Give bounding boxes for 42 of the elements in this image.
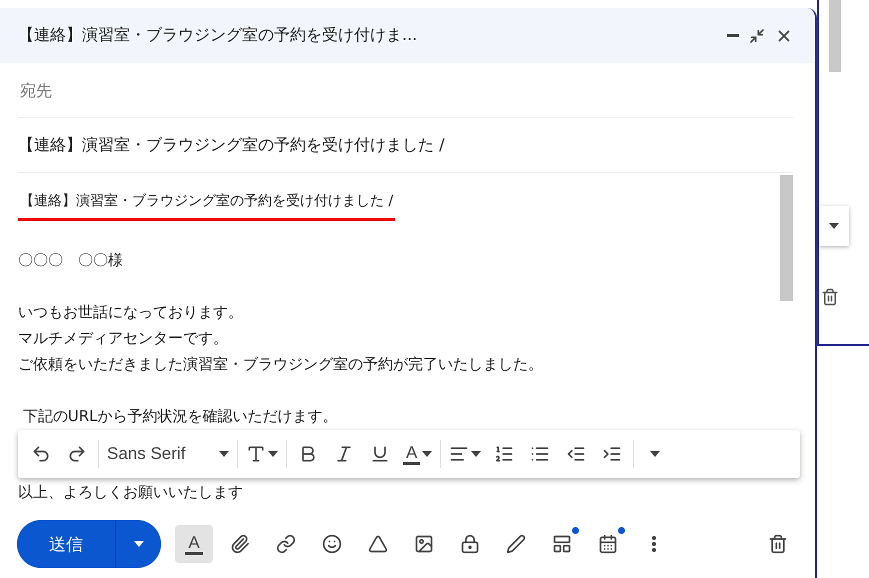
- caret-icon: [134, 541, 144, 547]
- redo-icon: [67, 444, 87, 464]
- font-dropdown[interactable]: Sans Serif: [103, 436, 233, 472]
- layout-icon: [552, 534, 572, 554]
- exit-fullscreen-icon: [749, 28, 765, 44]
- trash-icon: [768, 534, 788, 554]
- scrollbar: [829, 0, 841, 72]
- more-icon: [650, 451, 660, 457]
- caret-icon: [829, 223, 839, 229]
- more-icon: [652, 536, 656, 552]
- minimize-icon: [727, 34, 739, 38]
- minimize-button[interactable]: [725, 32, 741, 40]
- trash-icon: [821, 288, 839, 306]
- lock-icon: [460, 534, 480, 554]
- subject-field[interactable]: 【連絡】演習室・ブラウジング室の予約を受け付けました /: [18, 134, 444, 156]
- caret-icon: [471, 451, 482, 457]
- body-text: マルチメディアセンターです。: [18, 328, 228, 349]
- window-title: 【連絡】演習室・ブラウジング室の予約を受け付けま...: [18, 25, 418, 46]
- caret-icon: [219, 451, 229, 457]
- body-text: 〇〇〇 〇〇様: [18, 250, 123, 271]
- body-text: ご依頼をいただきました演習室・ブラウジング室の予約が完了いたしました。: [18, 354, 543, 375]
- paperclip-icon: [230, 534, 250, 554]
- underline-icon: [370, 444, 390, 464]
- caret-icon: [268, 451, 278, 457]
- link-icon: [276, 534, 296, 554]
- calendar-icon: [598, 534, 618, 554]
- smiley-icon: [322, 534, 342, 554]
- pen-icon: [506, 534, 526, 554]
- text-color-button[interactable]: A: [399, 436, 436, 472]
- undo-icon: [31, 444, 51, 464]
- caret-icon: [422, 451, 432, 457]
- body-text: いつもお世話になっております。: [18, 302, 243, 323]
- body-text: 【連絡】演習室・ブラウジング室の予約を受け付けました /: [18, 188, 396, 221]
- formatting-button[interactable]: A: [175, 525, 213, 563]
- body-text: 以上、よろしくお願いいたします: [18, 482, 244, 503]
- triangle-icon: [368, 534, 388, 554]
- image-icon: [414, 534, 434, 554]
- body-text: 下記のURLから予約状況を確認いただけます。: [22, 406, 338, 427]
- text-size-icon: [246, 444, 266, 464]
- dropdown-button[interactable]: [819, 206, 849, 246]
- send-options-button[interactable]: [115, 520, 161, 568]
- numbered-list-icon: [494, 444, 514, 464]
